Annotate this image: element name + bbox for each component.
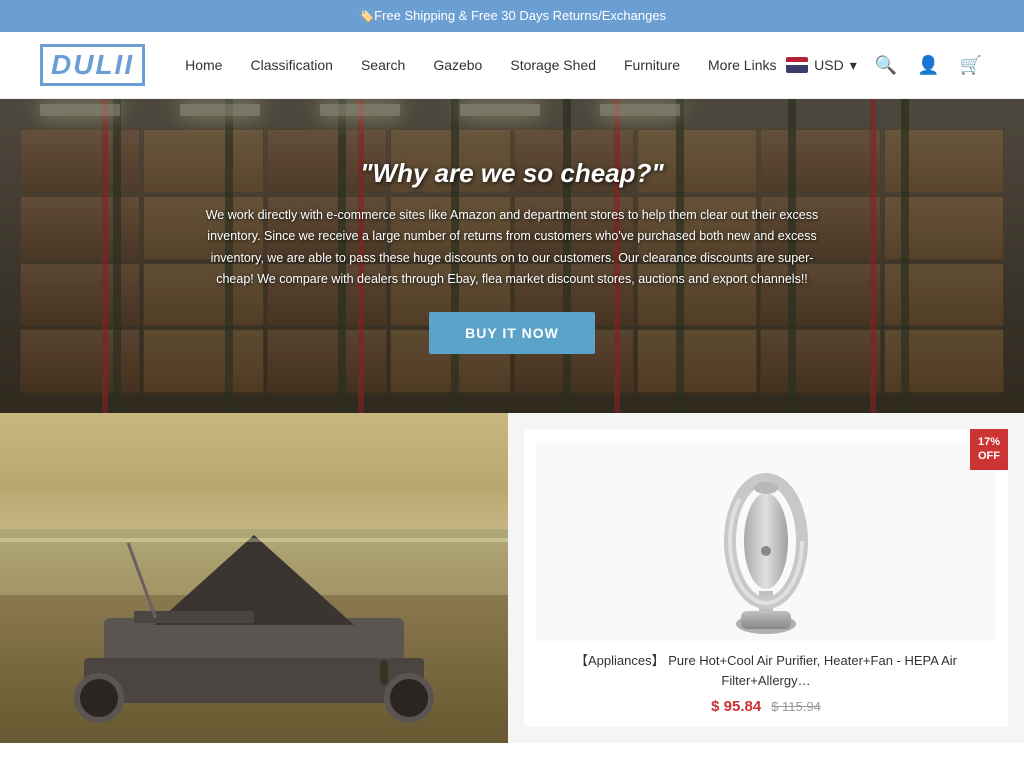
search-button[interactable]: 🔍: [873, 53, 899, 78]
promo-banner: 🏷️Free Shipping & Free 30 Days Returns/E…: [0, 0, 1024, 32]
header-actions: USD ▾ 🔍 👤 🛒: [786, 53, 984, 78]
price-current: $ 95.84: [711, 698, 761, 715]
product-image: [536, 441, 996, 641]
nav-gazebo[interactable]: Gazebo: [433, 57, 482, 73]
hero-content: "Why are we so cheap?" We work directly …: [0, 99, 1024, 413]
account-button[interactable]: 👤: [915, 53, 941, 78]
hero-cta-button[interactable]: BUY IT NOW: [429, 312, 595, 354]
nav-storage-shed[interactable]: Storage Shed: [510, 57, 596, 73]
main-nav: Home Classification Search Gazebo Storag…: [185, 57, 786, 73]
currency-selector[interactable]: USD ▾: [786, 57, 857, 74]
discount-badge: 17% OFF: [970, 429, 1008, 470]
cart-icon: 🛒: [960, 55, 982, 75]
product-title: 【Appliances】 Pure Hot+Cool Air Purifier,…: [536, 651, 996, 690]
nav-classification[interactable]: Classification: [250, 57, 332, 73]
discount-off-label: OFF: [978, 449, 1000, 463]
nav-furniture[interactable]: Furniture: [624, 57, 680, 73]
price-original: $ 115.94: [771, 699, 821, 714]
currency-code: USD: [814, 57, 844, 73]
promo-text: 🏷️Free Shipping & Free 30 Days Returns/E…: [358, 8, 666, 23]
product-card: 17% OFF: [524, 429, 1008, 727]
product-panel: 17% OFF: [508, 413, 1024, 743]
hero-body: We work directly with e-commerce sites l…: [202, 205, 822, 290]
hero-section: "Why are we so cheap?" We work directly …: [0, 99, 1024, 413]
hero-title: "Why are we so cheap?": [360, 158, 664, 189]
featured-image-panel[interactable]: [0, 413, 508, 743]
nav-more-links[interactable]: More Links: [708, 57, 776, 73]
cart-button[interactable]: 🛒: [958, 53, 984, 78]
nav-home[interactable]: Home: [185, 57, 222, 73]
header: DULII Home Classification Search Gazebo …: [0, 32, 1024, 99]
bottom-section: 17% OFF: [0, 413, 1024, 743]
nav-search[interactable]: Search: [361, 57, 405, 73]
search-icon: 🔍: [875, 55, 897, 75]
discount-percent: 17%: [978, 435, 1000, 449]
flag-icon: [786, 57, 808, 73]
currency-dropdown-arrow: ▾: [850, 57, 857, 74]
product-prices: $ 95.84 $ 115.94: [536, 698, 996, 715]
site-logo[interactable]: DULII: [40, 44, 145, 86]
product-image-svg: [721, 446, 811, 636]
account-icon: 👤: [917, 55, 939, 75]
